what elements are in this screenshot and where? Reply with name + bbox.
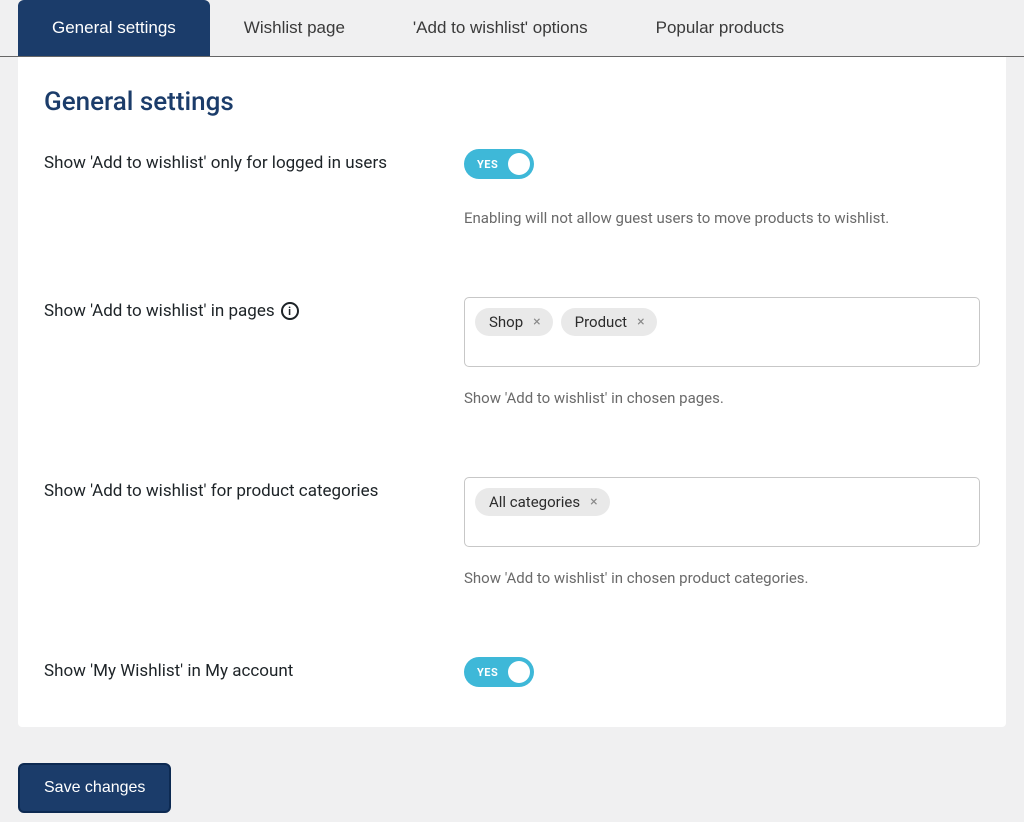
- panel-title: General settings: [44, 87, 980, 117]
- tab-general-settings[interactable]: General settings: [18, 0, 210, 56]
- setting-my-account-control: YES: [464, 657, 980, 687]
- setting-categories-description: Show 'Add to wishlist' in chosen product…: [464, 569, 980, 587]
- tag-label: Product: [575, 313, 627, 331]
- save-button[interactable]: Save changes: [18, 763, 171, 813]
- tab-wishlist-page[interactable]: Wishlist page: [210, 0, 379, 56]
- toggle-my-account[interactable]: YES: [464, 657, 534, 687]
- close-icon[interactable]: ×: [637, 315, 644, 329]
- label-text: Show 'Add to wishlist' only for logged i…: [44, 153, 387, 173]
- label-text: Show 'My Wishlist' in My account: [44, 661, 293, 681]
- setting-pages-control: Shop × Product × Show 'Add to wishlist' …: [464, 297, 980, 407]
- tab-popular-products[interactable]: Popular products: [622, 0, 819, 56]
- tag-product: Product ×: [561, 308, 657, 336]
- tag-shop: Shop ×: [475, 308, 553, 336]
- close-icon[interactable]: ×: [533, 315, 540, 329]
- tag-label: Shop: [489, 313, 523, 331]
- setting-logged-only-description: Enabling will not allow guest users to m…: [464, 209, 980, 227]
- info-icon[interactable]: i: [281, 302, 299, 320]
- toggle-knob: [508, 661, 530, 683]
- label-text: Show 'Add to wishlist' in pages: [44, 301, 275, 321]
- setting-logged-only: Show 'Add to wishlist' only for logged i…: [44, 149, 980, 227]
- toggle-label: YES: [477, 158, 498, 171]
- tabs-nav: General settings Wishlist page 'Add to w…: [0, 0, 1024, 57]
- label-text: Show 'Add to wishlist' for product categ…: [44, 481, 378, 501]
- toggle-logged-only[interactable]: YES: [464, 149, 534, 179]
- setting-pages: Show 'Add to wishlist' in pages i Shop ×…: [44, 297, 980, 407]
- setting-categories: Show 'Add to wishlist' for product categ…: [44, 477, 980, 587]
- setting-categories-label: Show 'Add to wishlist' for product categ…: [44, 477, 464, 501]
- setting-categories-control: All categories × Show 'Add to wishlist' …: [464, 477, 980, 587]
- setting-logged-only-control: YES Enabling will not allow guest users …: [464, 149, 980, 227]
- close-icon[interactable]: ×: [590, 495, 597, 509]
- pages-multiselect[interactable]: Shop × Product ×: [464, 297, 980, 367]
- tab-add-to-wishlist-options[interactable]: 'Add to wishlist' options: [379, 0, 622, 56]
- categories-multiselect[interactable]: All categories ×: [464, 477, 980, 547]
- setting-logged-only-label: Show 'Add to wishlist' only for logged i…: [44, 149, 464, 173]
- setting-pages-description: Show 'Add to wishlist' in chosen pages.: [464, 389, 980, 407]
- tag-all-categories: All categories ×: [475, 488, 610, 516]
- setting-my-account-label: Show 'My Wishlist' in My account: [44, 657, 464, 681]
- setting-my-account: Show 'My Wishlist' in My account YES: [44, 657, 980, 687]
- settings-panel: General settings Show 'Add to wishlist' …: [18, 57, 1006, 727]
- setting-pages-label: Show 'Add to wishlist' in pages i: [44, 297, 464, 321]
- toggle-label: YES: [477, 666, 498, 679]
- tag-label: All categories: [489, 493, 580, 511]
- toggle-knob: [508, 153, 530, 175]
